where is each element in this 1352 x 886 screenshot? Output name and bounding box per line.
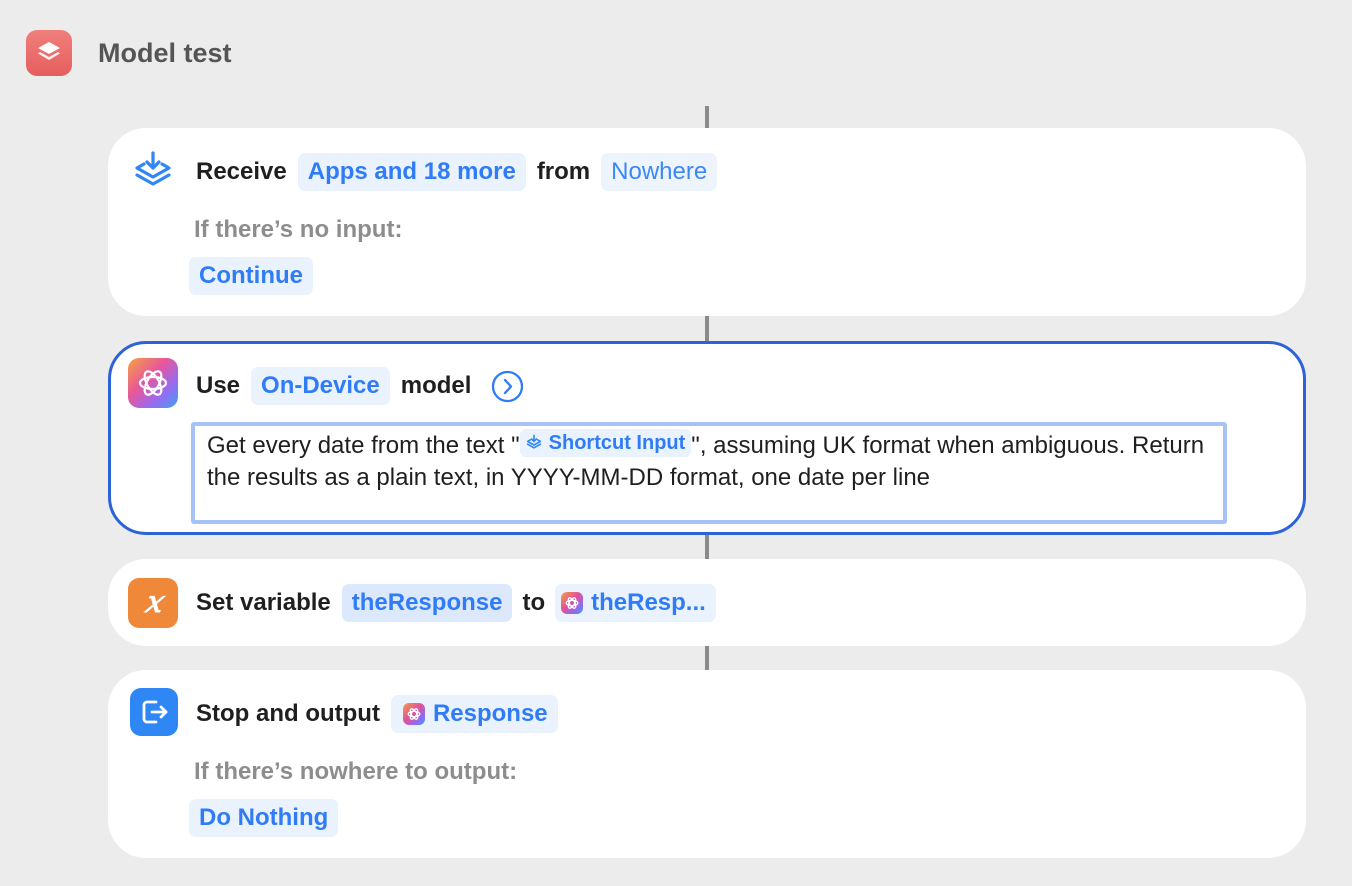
variable-x-icon: 𝑥 [128, 578, 178, 628]
output-value-token[interactable]: Response [390, 695, 558, 733]
flow-connector [705, 316, 709, 342]
no-input-behavior-token[interactable]: Continue [189, 257, 313, 295]
chevron-right-circle-icon[interactable] [491, 370, 524, 403]
variable-name-token[interactable]: theResponse [341, 584, 513, 622]
flow-connector [705, 535, 709, 559]
workflow-header: Model test [26, 30, 232, 76]
shortcut-input-label: Shortcut Input [548, 432, 686, 454]
model-selector-token[interactable]: On-Device [251, 367, 390, 405]
no-input-label: If there’s no input: [194, 216, 403, 243]
fallback-behavior-token[interactable]: Do Nothing [189, 799, 339, 837]
apple-intelligence-icon [561, 592, 584, 614]
receive-icon [526, 434, 541, 449]
input-types-token[interactable]: Apps and 18 more [297, 153, 526, 191]
stop-output-verb: Stop and output [196, 700, 380, 727]
apple-intelligence-icon [128, 358, 178, 408]
shortcut-input-token[interactable]: Shortcut Input [519, 429, 692, 457]
flow-connector [705, 106, 709, 128]
flow-connector [705, 646, 709, 670]
use-model-action-card[interactable]: Use On-Device model Get every date from … [108, 341, 1306, 535]
from-word: from [536, 158, 591, 185]
workflow-title: Model test [98, 37, 232, 68]
input-source-token[interactable]: Nowhere [601, 153, 718, 191]
set-variable-verb: Set variable [196, 589, 331, 616]
variable-value-label: theResp... [591, 589, 706, 616]
exit-icon [130, 688, 178, 736]
receive-verb: Receive [196, 158, 287, 185]
prompt-text-start: Get every date from the text " [207, 432, 520, 459]
to-word: to [522, 589, 546, 616]
receive-action-card[interactable]: Receive Apps and 18 more from Nowhere If… [108, 128, 1306, 316]
model-word: model [400, 372, 472, 399]
apple-intelligence-icon [402, 703, 425, 725]
prompt-text-field[interactable]: Get every date from the text " Shortcut I… [191, 422, 1227, 524]
stop-output-action-card[interactable]: Stop and output Response If there’s nowh… [108, 670, 1306, 858]
receive-icon [128, 147, 178, 197]
set-variable-action-card[interactable]: 𝑥 Set variable theResponse to theResp... [108, 559, 1306, 646]
use-verb: Use [196, 372, 241, 399]
variable-value-token[interactable]: theResp... [555, 584, 716, 622]
output-value-label: Response [432, 700, 548, 727]
shortcuts-app-icon [26, 30, 72, 76]
fallback-output-label: If there’s nowhere to output: [194, 758, 518, 785]
